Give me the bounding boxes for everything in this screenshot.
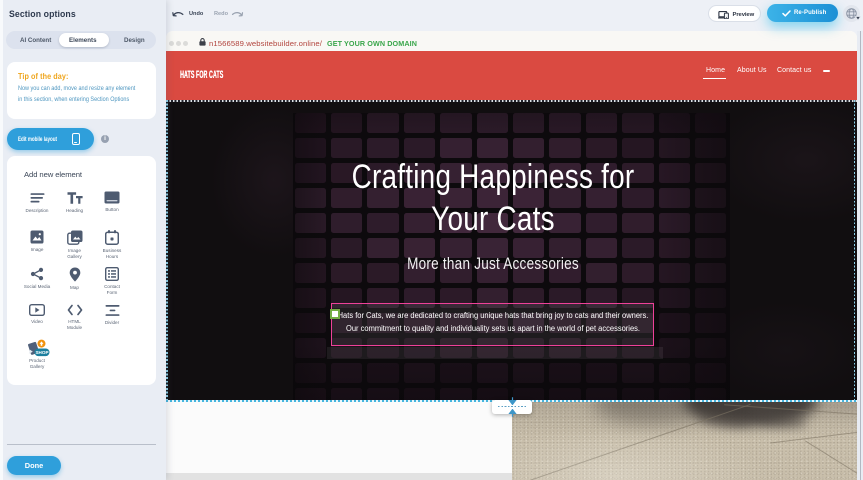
svg-text:SHOP: SHOP bbox=[35, 350, 48, 355]
